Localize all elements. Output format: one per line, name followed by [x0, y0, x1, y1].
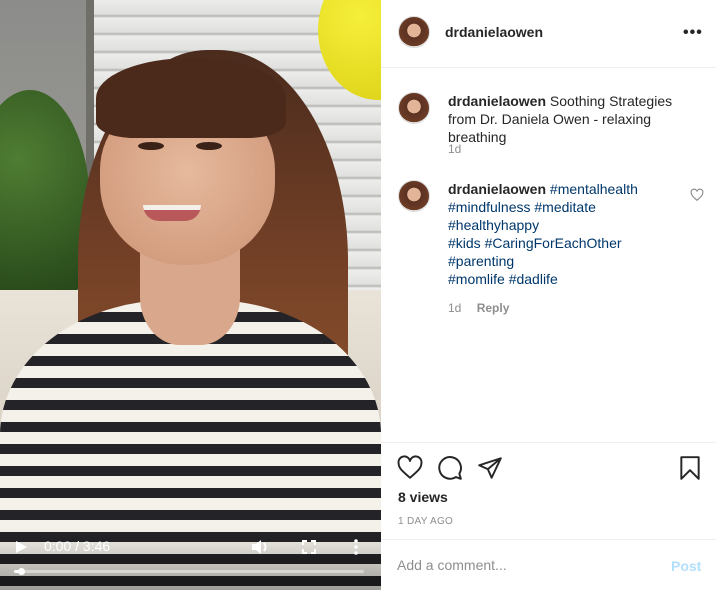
hashtag-link[interactable]: #momlife [448, 271, 505, 287]
video-time: 0:00 / 3:46 [44, 538, 111, 554]
video-player[interactable]: 0:00 / 3:46 [0, 0, 381, 590]
hashtag-link[interactable]: #dadlife [509, 271, 558, 287]
heart-icon[interactable] [397, 455, 423, 481]
avatar[interactable] [398, 180, 430, 212]
hashtag-link[interactable]: #mentalhealth [550, 181, 638, 197]
avatar[interactable] [398, 16, 430, 48]
hashtag-link[interactable]: #parenting [448, 253, 514, 269]
play-icon[interactable] [14, 540, 28, 554]
comment-username[interactable]: drdanielaowen [448, 181, 546, 197]
hashtag-link[interactable]: #kids [448, 235, 481, 251]
video-frame-mouth [143, 205, 201, 221]
reply-button[interactable]: Reply [477, 301, 510, 315]
volume-icon[interactable] [251, 538, 271, 556]
video-frame-eye [138, 142, 164, 150]
video-progress-handle[interactable] [18, 568, 25, 575]
post-date: 1 DAY AGO [398, 516, 454, 527]
caption-username[interactable]: drdanielaowen [448, 93, 546, 109]
video-frame-eye [196, 142, 222, 150]
hashtag-link[interactable]: #CaringForEachOther [485, 235, 622, 251]
video-frame-bangs [96, 58, 286, 138]
more-options-icon[interactable]: ••• [683, 24, 703, 42]
post-header: drdanielaowen ••• [381, 0, 716, 68]
hashtag-link[interactable]: #meditate [534, 199, 595, 215]
post-panel: drdanielaowen ••• drdanielaowen Soothing… [381, 0, 716, 590]
avatar[interactable] [398, 92, 430, 124]
comment: drdanielaowen #mentalhealth #mindfulness… [381, 180, 716, 320]
comment-age: 1d [448, 301, 462, 315]
more-options-icon[interactable] [351, 538, 361, 556]
post-button[interactable]: Post [671, 558, 701, 574]
fullscreen-icon[interactable] [302, 540, 316, 554]
post-footer: 8 views 1 DAY AGO Post [381, 442, 716, 590]
caption: drdanielaowen Soothing Strategies from D… [381, 92, 716, 162]
post-username[interactable]: drdanielaowen [445, 24, 543, 40]
comment-text: drdanielaowen #mentalhealth #mindfulness… [448, 180, 688, 288]
hashtag-link[interactable]: #healthyhappy [448, 217, 539, 233]
comment-meta: 1d Reply [448, 301, 509, 315]
caption-age: 1d [448, 142, 462, 156]
comment-input[interactable] [397, 554, 657, 576]
hashtag-link[interactable]: #mindfulness [448, 199, 531, 215]
comment-composer: Post [381, 539, 716, 590]
like-comment-icon[interactable] [690, 188, 704, 202]
video-progress-bar[interactable] [14, 568, 364, 575]
comment-icon[interactable] [437, 455, 463, 481]
caption-text: drdanielaowen Soothing Strategies from D… [448, 92, 688, 146]
view-count[interactable]: 8 views [398, 489, 448, 505]
bookmark-icon[interactable] [677, 455, 703, 481]
share-icon[interactable] [477, 455, 503, 481]
